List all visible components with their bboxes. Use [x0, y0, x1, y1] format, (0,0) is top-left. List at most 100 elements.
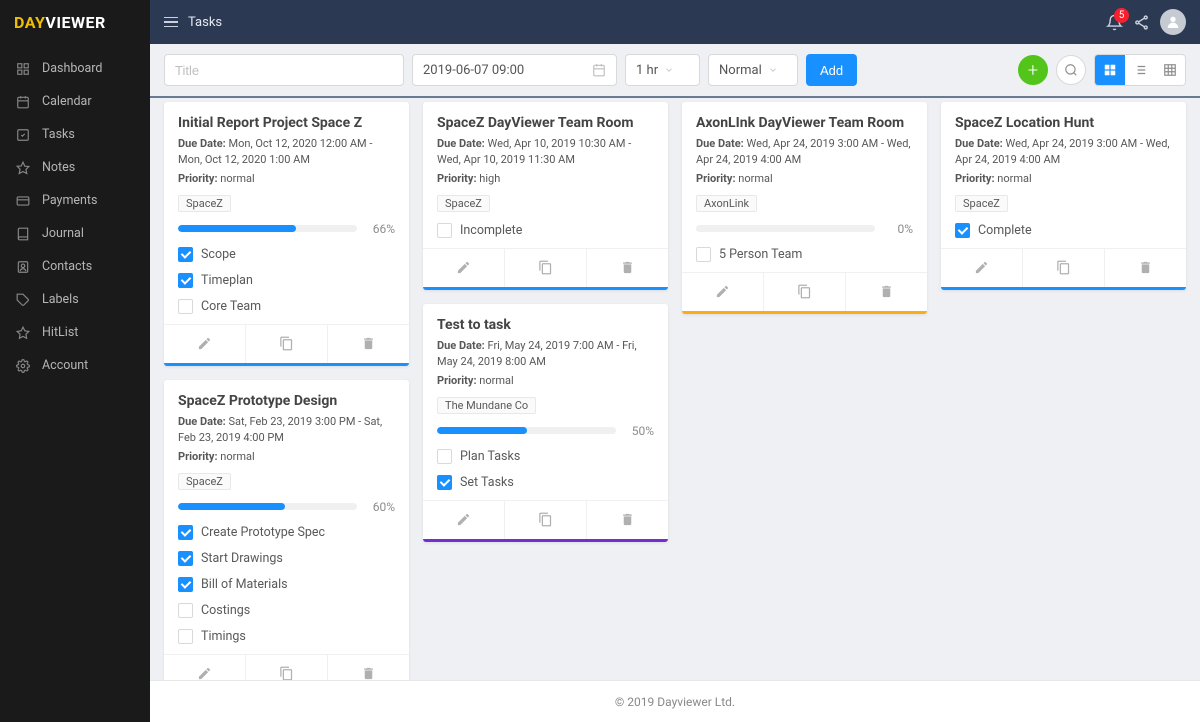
board-column: SpaceZ Location HuntDue Date: Wed, Apr 2…: [941, 102, 1186, 290]
checkbox[interactable]: [696, 247, 711, 262]
checkbox[interactable]: [178, 577, 193, 592]
checkbox[interactable]: [178, 247, 193, 262]
subtask-row: Complete: [955, 223, 1172, 238]
book-icon: [16, 227, 30, 241]
sidebar-item-journal[interactable]: Journal: [0, 217, 150, 250]
share-icon[interactable]: [1133, 14, 1150, 31]
subtask-row: 5 Person Team: [696, 247, 913, 262]
subtask-label: Plan Tasks: [460, 449, 520, 464]
subtask-row: Start Drawings: [178, 551, 395, 566]
view-toggle: [1094, 54, 1186, 86]
subtask-row: Timings: [178, 629, 395, 644]
delete-button[interactable]: [845, 273, 927, 311]
card-tag[interactable]: SpaceZ: [178, 195, 231, 212]
copy-button[interactable]: [504, 501, 586, 539]
progress-percent: 50%: [624, 424, 654, 438]
checkbox[interactable]: [437, 223, 452, 238]
subtask-row: Create Prototype Spec: [178, 525, 395, 540]
edit-button[interactable]: [423, 249, 504, 287]
copy-button[interactable]: [504, 249, 586, 287]
chevron-down-icon: [664, 65, 674, 75]
gear-icon: [16, 359, 30, 373]
checkbox[interactable]: [178, 525, 193, 540]
subtask-row: Bill of Materials: [178, 577, 395, 592]
nav-label: Payments: [42, 193, 97, 208]
delete-button[interactable]: [586, 501, 668, 539]
sidebar-item-payments[interactable]: Payments: [0, 184, 150, 217]
subtask-row: Core Team: [178, 299, 395, 314]
view-list[interactable]: [1125, 55, 1155, 85]
task-card: SpaceZ Prototype DesignDue Date: Sat, Fe…: [164, 380, 409, 680]
sidebar-item-account[interactable]: Account: [0, 349, 150, 382]
copy-button[interactable]: [245, 655, 327, 680]
card-tag[interactable]: SpaceZ: [437, 195, 490, 212]
subtask-label: Incomplete: [460, 223, 522, 238]
card-tag[interactable]: SpaceZ: [178, 473, 231, 490]
new-button[interactable]: +: [1018, 55, 1048, 85]
delete-button[interactable]: [327, 655, 409, 680]
edit-button[interactable]: [164, 655, 245, 680]
progress-bar: [437, 427, 616, 434]
card-due: Due Date: Wed, Apr 10, 2019 10:30 AM - W…: [437, 136, 654, 168]
pin-icon: [16, 161, 30, 175]
card-tag[interactable]: SpaceZ: [955, 195, 1008, 212]
checkbox[interactable]: [955, 223, 970, 238]
avatar[interactable]: [1160, 9, 1186, 35]
checkbox[interactable]: [178, 629, 193, 644]
checkbox[interactable]: [178, 603, 193, 618]
copy-button[interactable]: [245, 325, 327, 363]
view-card[interactable]: [1095, 55, 1125, 85]
logo[interactable]: DAYVIEWER: [0, 0, 150, 44]
sidebar-item-contacts[interactable]: Contacts: [0, 250, 150, 283]
search-button[interactable]: [1056, 55, 1086, 85]
add-button[interactable]: Add: [806, 54, 857, 86]
card-icon: [16, 194, 30, 208]
delete-button[interactable]: [586, 249, 668, 287]
checkbox[interactable]: [437, 475, 452, 490]
priority-select[interactable]: Normal: [708, 54, 798, 86]
delete-button[interactable]: [327, 325, 409, 363]
nav-label: Account: [42, 358, 88, 373]
menu-toggle[interactable]: [164, 17, 178, 28]
task-card: Test to taskDue Date: Fri, May 24, 2019 …: [423, 304, 668, 542]
card-priority: Priority: normal: [955, 171, 1172, 187]
title-input[interactable]: [164, 54, 404, 86]
progress-bar: [178, 503, 357, 510]
card-title: SpaceZ Prototype Design: [178, 393, 395, 409]
sidebar-item-hitlist[interactable]: HitList: [0, 316, 150, 349]
topbar: Tasks 5: [150, 0, 1200, 44]
checkbox[interactable]: [178, 299, 193, 314]
sidebar: DAYVIEWER DashboardCalendar Tasks Notes Pay…: [0, 0, 150, 722]
subtask-label: Create Prototype Spec: [201, 525, 325, 540]
nav-label: Tasks: [42, 127, 75, 142]
edit-button[interactable]: [164, 325, 245, 363]
edit-button[interactable]: [423, 501, 504, 539]
subtask-row: Scope: [178, 247, 395, 262]
sidebar-item-tasks[interactable]: Tasks: [0, 118, 150, 151]
card-tag[interactable]: AxonLink: [696, 195, 757, 212]
view-table[interactable]: [1155, 55, 1185, 85]
edit-button[interactable]: [941, 249, 1022, 287]
notifications-button[interactable]: 5: [1106, 14, 1123, 31]
sidebar-item-notes[interactable]: Notes: [0, 151, 150, 184]
card-due: Due Date: Wed, Apr 24, 2019 3:00 AM - We…: [696, 136, 913, 168]
check-icon: [16, 128, 30, 142]
sidebar-item-dashboard[interactable]: Dashboard: [0, 52, 150, 85]
card-title: SpaceZ DayViewer Team Room: [437, 115, 654, 131]
copy-button[interactable]: [1022, 249, 1104, 287]
checkbox[interactable]: [178, 551, 193, 566]
sidebar-item-labels[interactable]: Labels: [0, 283, 150, 316]
date-input[interactable]: 2019-06-07 09:00: [412, 54, 617, 86]
checkbox[interactable]: [437, 449, 452, 464]
checkbox[interactable]: [178, 273, 193, 288]
duration-select[interactable]: 1 hr: [625, 54, 700, 86]
delete-button[interactable]: [1104, 249, 1186, 287]
progress-percent: 66%: [365, 222, 395, 236]
nav-label: Notes: [42, 160, 75, 175]
copy-button[interactable]: [763, 273, 845, 311]
subtask-label: Timeplan: [201, 273, 253, 288]
sidebar-item-calendar[interactable]: Calendar: [0, 85, 150, 118]
card-tag[interactable]: The Mundane Co: [437, 397, 536, 414]
edit-button[interactable]: [682, 273, 763, 311]
tag-icon: [16, 293, 30, 307]
